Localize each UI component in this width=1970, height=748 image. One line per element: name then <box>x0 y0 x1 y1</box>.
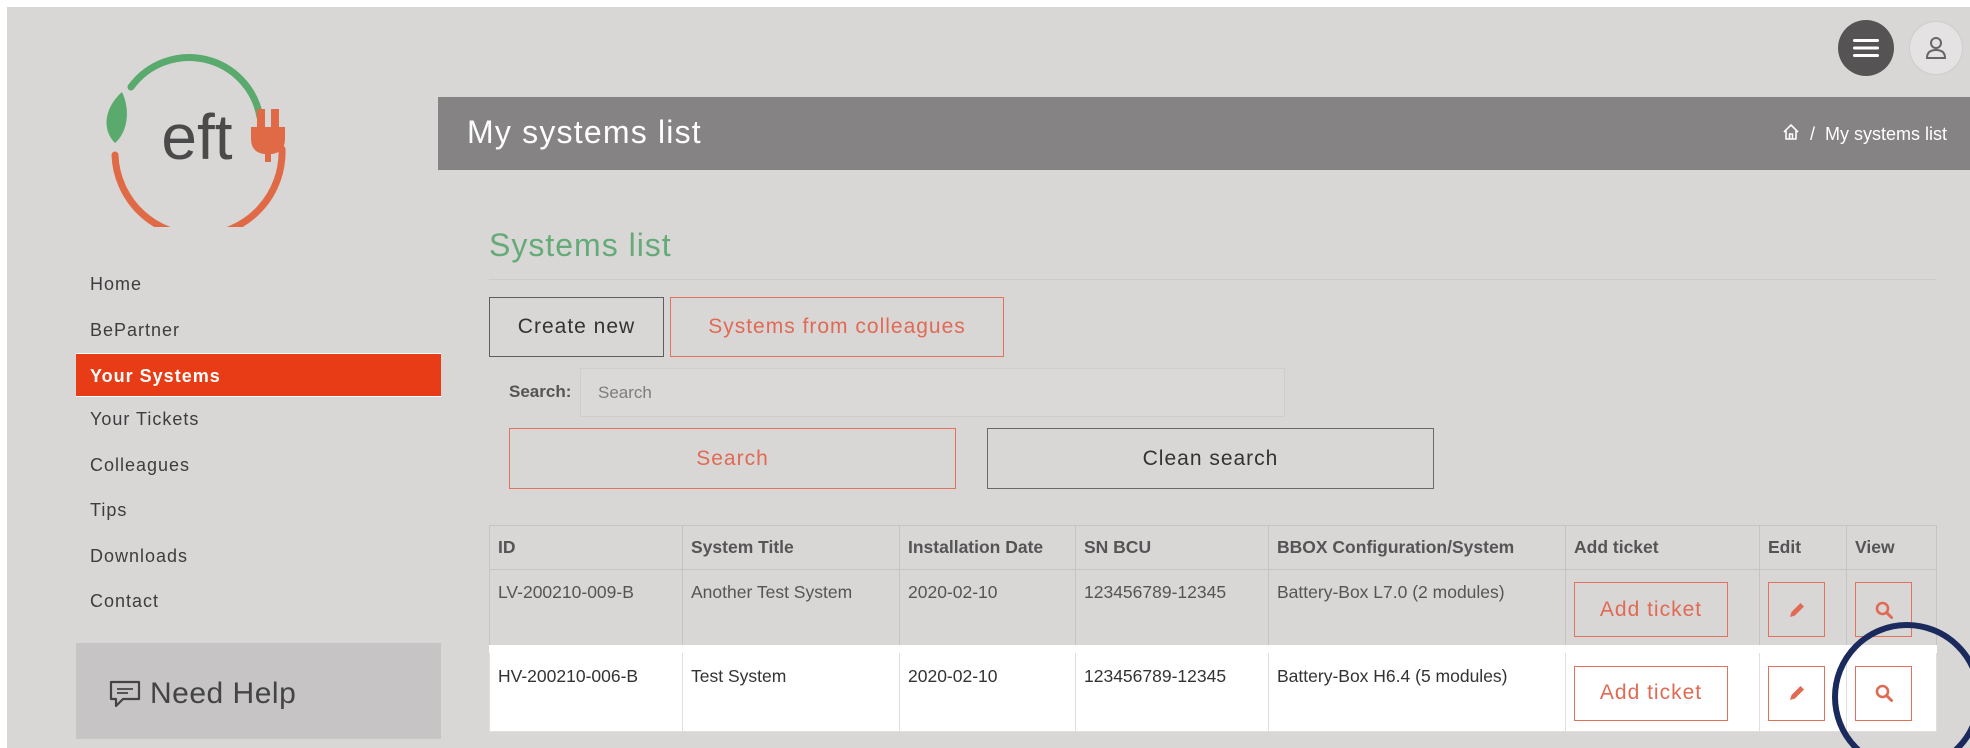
cell-installation-date: 2020-02-10 <box>899 648 1076 732</box>
add-ticket-button[interactable]: Add ticket <box>1574 582 1728 637</box>
cell-sn-bcu: 123456789-12345 <box>1075 569 1269 649</box>
column-header-system-title: System Title <box>682 525 900 570</box>
sidebar-item-colleagues[interactable]: Colleagues <box>76 443 441 489</box>
page-title: My systems list <box>467 114 702 150</box>
breadcrumb: / My systems list <box>1782 123 1947 146</box>
breadcrumb-separator: / <box>1809 124 1815 144</box>
cell-sn-bcu: 123456789-12345 <box>1075 648 1269 732</box>
breadcrumb-home[interactable] <box>1782 123 1800 146</box>
column-header-bbox-config: BBOX Configuration/System <box>1268 525 1566 570</box>
sidebar-item-contact[interactable]: Contact <box>76 579 441 625</box>
column-header-view: View <box>1846 525 1937 570</box>
sidebar-nav: Home BePartner Your Systems Your Tickets… <box>76 262 441 625</box>
cell-view <box>1846 648 1937 732</box>
logo-text: eft <box>161 101 232 173</box>
add-ticket-button[interactable]: Add ticket <box>1574 665 1728 721</box>
column-header-installation-date: Installation Date <box>899 525 1076 570</box>
search-button[interactable]: Search <box>509 428 956 489</box>
view-button[interactable] <box>1855 582 1912 637</box>
column-header-add-ticket: Add ticket <box>1565 525 1760 570</box>
cell-id: LV-200210-009-B <box>489 569 683 649</box>
need-help-label: Need Help <box>150 677 297 710</box>
create-new-button[interactable]: Create new <box>489 297 664 357</box>
app-frame: eft Home BePartner Your Systems Your Tic… <box>7 7 1970 748</box>
column-header-sn-bcu: SN BCU <box>1075 525 1269 570</box>
magnifier-icon <box>1875 601 1893 619</box>
home-icon <box>1783 124 1799 140</box>
view-button[interactable] <box>1855 665 1912 721</box>
menu-button[interactable] <box>1838 20 1894 76</box>
cell-installation-date: 2020-02-10 <box>899 569 1076 649</box>
eft-logo: eft <box>106 54 286 227</box>
search-input[interactable] <box>580 368 1285 417</box>
pencil-icon <box>1789 686 1804 700</box>
cell-bbox-config: Battery-Box H6.4 (5 modules) <box>1268 648 1566 732</box>
cell-edit <box>1759 569 1847 649</box>
edit-button[interactable] <box>1768 582 1825 637</box>
table-row: HV-200210-006-B Test System 2020-02-10 1… <box>489 648 1937 732</box>
clean-search-button[interactable]: Clean search <box>987 428 1434 489</box>
cell-view <box>1846 569 1937 649</box>
sidebar-item-your-systems[interactable]: Your Systems <box>76 353 441 397</box>
breadcrumb-current: My systems list <box>1824 124 1947 144</box>
cell-system-title: Test System <box>682 648 900 732</box>
cell-add-ticket: Add ticket <box>1565 569 1760 649</box>
column-header-edit: Edit <box>1759 525 1847 570</box>
cell-system-title: Another Test System <box>682 569 900 649</box>
help-panel: Need Help <box>76 643 441 739</box>
search-label: Search: <box>509 382 572 401</box>
edit-button[interactable] <box>1768 665 1825 721</box>
cell-add-ticket: Add ticket <box>1565 648 1760 732</box>
column-header-id: ID <box>489 525 683 570</box>
hamburger-icon <box>1853 39 1879 57</box>
table-row: LV-200210-009-B Another Test System 2020… <box>489 569 1937 649</box>
cell-edit <box>1759 648 1847 732</box>
chat-bubble-icon <box>109 680 141 708</box>
section-divider <box>489 279 1936 280</box>
need-help-button[interactable]: Need Help <box>108 677 296 711</box>
systems-table: ID System Title Installation Date SN BCU… <box>489 525 1937 732</box>
user-button[interactable] <box>1909 21 1963 75</box>
sidebar-item-your-tickets[interactable]: Your Tickets <box>76 397 441 443</box>
sidebar-item-downloads[interactable]: Downloads <box>76 534 441 580</box>
pencil-icon <box>1789 602 1804 617</box>
cell-bbox-config: Battery-Box L7.0 (2 modules) <box>1268 569 1566 649</box>
cell-id: HV-200210-006-B <box>489 648 683 732</box>
table-header-row: ID System Title Installation Date SN BCU… <box>489 525 1937 570</box>
user-icon <box>1925 37 1947 59</box>
page-header: My systems list / My systems list <box>438 97 1970 170</box>
magnifier-icon <box>1875 684 1893 702</box>
section-title: Systems list <box>489 227 672 263</box>
sidebar-item-bepartner[interactable]: BePartner <box>76 308 441 354</box>
sidebar-item-tips[interactable]: Tips <box>76 488 441 534</box>
sidebar-item-home[interactable]: Home <box>76 262 441 308</box>
systems-from-colleagues-button[interactable]: Systems from colleagues <box>670 297 1004 357</box>
